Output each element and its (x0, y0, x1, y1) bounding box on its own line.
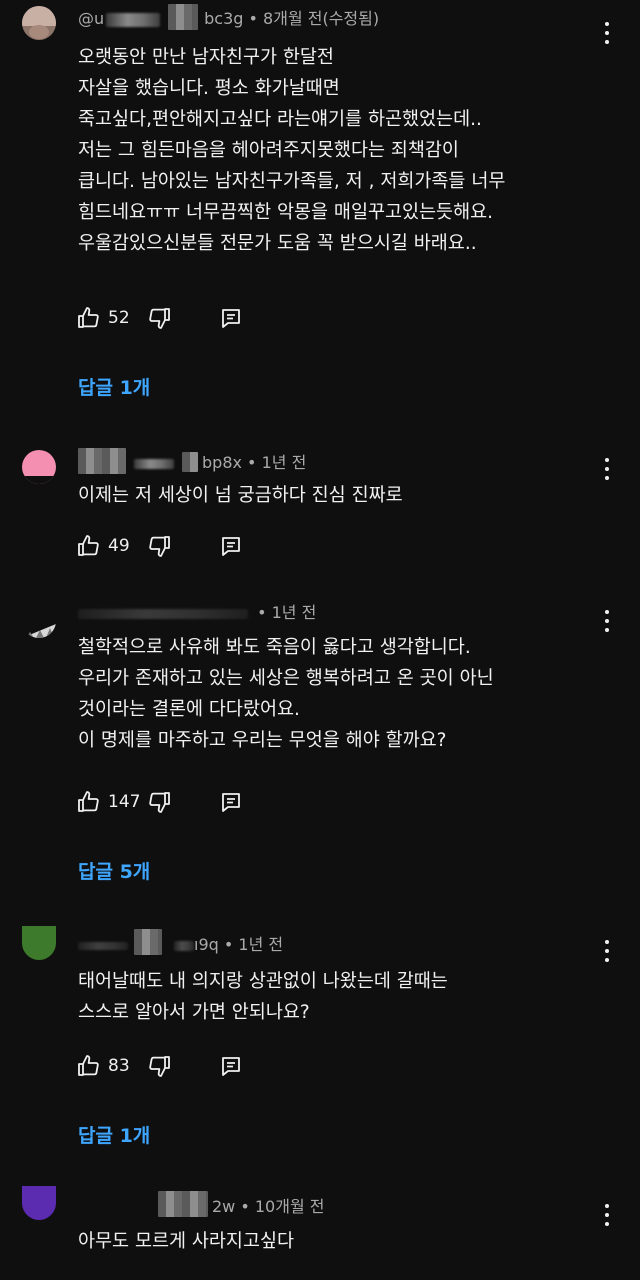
author-redacted-block (182, 451, 198, 472)
author-redacted (106, 12, 161, 27)
thumbs-down-icon (149, 792, 170, 813)
comment-actions: 147 (76, 790, 242, 814)
comment-time: • 8개월 전(수정됨) (243, 9, 380, 28)
comment-time: • 1년 전 (241, 453, 307, 472)
avatar[interactable] (22, 1186, 56, 1220)
avatar-image (22, 604, 56, 638)
comment-text: 태어날때도 내 의지랑 상관없이 나왔는데 갈때는 스스로 알아서 가면 안되나… (78, 971, 448, 1023)
dislike-button[interactable] (148, 534, 172, 558)
like-count: 147 (108, 792, 141, 812)
more-vertical-icon[interactable] (604, 610, 610, 632)
comment-text: 아무도 모르게 사라지고싶다 (78, 1231, 295, 1252)
thumbs-up-icon (78, 535, 99, 556)
thumbs-down-icon (149, 536, 170, 557)
comment-meta: • 1년 전 (78, 602, 316, 624)
thumbs-up-icon (78, 307, 99, 328)
author-redacted-block (158, 1190, 208, 1217)
like-count: 52 (108, 308, 130, 328)
author-redacted (78, 941, 128, 950)
author-redacted-block (134, 928, 162, 955)
reply-icon (222, 309, 240, 328)
dislike-button[interactable] (148, 306, 172, 330)
author-redacted (174, 940, 194, 951)
comment-meta: bp8x • 1년 전 (78, 447, 307, 474)
reply-icon (222, 537, 240, 556)
like-button[interactable]: 83 (76, 1054, 148, 1078)
comment-time: • 1년 전 (218, 935, 284, 954)
like-button[interactable]: 52 (76, 306, 148, 330)
reply-icon (222, 793, 240, 812)
avatar-image (22, 6, 56, 40)
author-redacted (134, 458, 174, 469)
more-vertical-icon[interactable] (604, 458, 610, 480)
avatar[interactable] (22, 6, 56, 40)
avatar-image (22, 926, 56, 960)
replies-link[interactable]: 답글 5개 (78, 860, 150, 884)
comment-time: • 1년 전 (252, 603, 317, 622)
comment-text: 철학적으로 사유해 봐도 죽음이 옳다고 생각합니다. 우리가 존재하고 있는 … (78, 637, 494, 751)
author-redacted (78, 608, 248, 619)
dislike-button[interactable] (148, 1054, 172, 1078)
dislike-button[interactable] (148, 790, 172, 814)
author-handle[interactable]: @u (78, 9, 104, 28)
thumbs-down-icon (149, 308, 170, 329)
reply-button[interactable] (220, 307, 242, 329)
comment-time: • 10개월 전 (235, 1197, 325, 1216)
like-button[interactable]: 49 (76, 534, 148, 558)
comment-actions: 83 (76, 1054, 242, 1078)
replies-link[interactable]: 답글 1개 (78, 1124, 150, 1148)
author-suffix[interactable]: bp8x (202, 453, 242, 472)
avatar[interactable] (22, 450, 56, 484)
comment-meta: ı9q • 1년 전 (78, 928, 284, 956)
author-suffix[interactable]: 2w (212, 1197, 235, 1216)
reply-icon (222, 1057, 240, 1076)
author-suffix[interactable]: bc3g (204, 9, 243, 28)
comment-text: 이제는 저 세상이 넘 궁금하다 진심 진짜로 (78, 485, 403, 506)
avatar-image (22, 450, 56, 484)
like-count: 83 (108, 1056, 130, 1076)
more-vertical-icon[interactable] (604, 22, 610, 44)
author-redacted-block (78, 447, 126, 474)
author-redacted-block (168, 3, 199, 30)
more-vertical-icon[interactable] (604, 940, 610, 962)
comment-meta: 2w • 10개월 전 (78, 1190, 325, 1218)
thumbs-up-icon (78, 791, 99, 812)
reply-button[interactable] (220, 791, 242, 813)
comment-text: 오랫동안 만난 남자친구가 한달전 자살을 했습니다. 평소 화가날때면 죽고싶… (78, 47, 506, 254)
like-count: 49 (108, 536, 130, 556)
avatar[interactable] (22, 926, 56, 960)
avatar-image (22, 1186, 56, 1220)
reply-button[interactable] (220, 1055, 242, 1077)
comment-actions: 49 (76, 534, 242, 558)
more-vertical-icon[interactable] (604, 1204, 610, 1226)
thumbs-down-icon (149, 1056, 170, 1077)
avatar[interactable] (22, 604, 56, 638)
comment-actions: 52 (76, 306, 242, 330)
comment-meta: @u bc3g • 8개월 전(수정됨) (78, 3, 380, 30)
thumbs-up-icon (78, 1055, 99, 1076)
replies-link[interactable]: 답글 1개 (78, 376, 150, 400)
reply-button[interactable] (220, 535, 242, 557)
like-button[interactable]: 147 (76, 790, 148, 814)
author-suffix[interactable]: ı9q (194, 935, 219, 954)
